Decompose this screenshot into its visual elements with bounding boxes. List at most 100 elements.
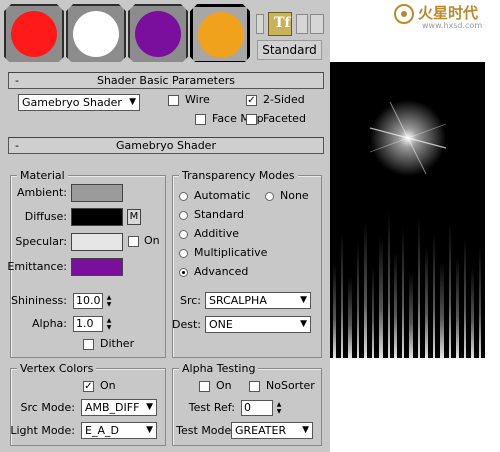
collapse-icon: - [15,74,19,87]
face-map-checkbox[interactable] [195,114,206,125]
src-mode-label: Src Mode: [20,401,75,414]
advanced-radio[interactable] [179,268,188,277]
emittance-label: Emittance: [7,260,67,273]
dropdown-arrow-icon: ▼ [146,425,153,435]
wire-checkbox[interactable] [168,95,179,106]
vertex-colors-on-label: On [100,379,116,392]
material-slots-strip: Tf Standard [0,0,330,64]
material-sphere-red [11,11,57,57]
wire-label: Wire [185,93,210,106]
automatic-radio[interactable] [179,192,188,201]
src-label: Src: [179,294,201,307]
material-slot-4-selected[interactable] [190,4,250,64]
alpha-label: Alpha: [32,317,67,330]
test-mode-dropdown[interactable]: GREATER ▼ [231,422,313,439]
src-mode-value: AMB_DIFF [85,401,140,414]
dropdown-arrow-icon: ▼ [300,319,307,329]
dropdown-arrow-icon: ▼ [300,295,307,305]
texture-preview-image [330,62,485,358]
faceted-checkbox[interactable] [246,114,257,125]
material-type-icon[interactable]: Tf [268,12,292,36]
alpha-input[interactable]: 1.0 [73,316,103,332]
dest-blend-dropdown[interactable]: ONE ▼ [205,316,311,333]
alpha-test-on-label: On [216,379,232,392]
dest-blend-value: ONE [209,318,233,331]
automatic-label: Automatic [194,189,251,202]
src-blend-dropdown[interactable]: SRCALPHA ▼ [205,292,311,309]
dither-checkbox[interactable] [83,339,94,350]
alpha-spinner-arrows[interactable]: ▲ ▼ [105,317,113,331]
none-radio[interactable] [265,192,274,201]
src-mode-dropdown[interactable]: AMB_DIFF ▼ [81,399,157,416]
watermark-url: www.hxsd.com [422,21,483,30]
shader-type-dropdown[interactable]: Gamebryo Shader ▼ [18,94,140,111]
specular-on-checkbox[interactable] [128,236,139,247]
two-sided-checkbox[interactable]: ✓ [246,95,257,106]
material-slot-2[interactable] [66,4,126,64]
dropdown-arrow-icon: ▼ [129,97,136,107]
test-ref-label: Test Ref: [188,401,235,414]
light-mode-value: E_A_D [85,424,119,437]
dest-label: Dest: [172,318,201,331]
specular-label: Specular: [15,235,67,248]
material-sphere-purple [135,11,181,57]
specular-color-swatch[interactable] [71,233,123,251]
material-slot-3[interactable] [128,4,188,64]
spin-up-icon: ▲ [276,401,282,408]
material-sphere-orange [198,12,244,58]
diffuse-map-button[interactable]: M [127,209,141,225]
nosorter-label: NoSorter [266,379,315,392]
light-mode-dropdown[interactable]: E_A_D ▼ [81,422,157,439]
spin-down-icon: ▼ [276,408,282,415]
vertex-colors-group-title: Vertex Colors [17,362,97,375]
material-group-title: Material [17,169,68,182]
watermark-logo: 火星时代 www.hxsd.com [392,2,500,32]
test-ref-spinner-arrows[interactable]: ▲ ▼ [275,401,283,415]
faceted-label: Faceted [263,112,306,125]
advanced-label: Advanced [194,265,249,278]
specular-on-label: On [144,234,160,247]
multiplicative-label: Multiplicative [194,246,268,259]
ambient-color-swatch[interactable] [71,184,123,202]
gamebryo-shader-rollout-header[interactable]: - Gamebryo Shader [8,137,324,154]
test-mode-value: GREATER [235,424,287,437]
emittance-color-swatch[interactable] [71,258,123,276]
spin-up-icon: ▲ [106,317,112,324]
collapse-icon: - [15,139,19,152]
shininess-input[interactable]: 10.0 [73,293,103,309]
multiplicative-radio[interactable] [179,249,188,258]
spin-down-icon: ▼ [106,301,112,308]
standard-label: Standard [194,208,245,221]
alpha-testing-group: Alpha Testing On NoSorter Test Ref: 0 ▲ … [172,362,322,446]
toolbar-end-icon[interactable] [310,14,324,34]
standard-radio[interactable] [179,211,188,220]
src-blend-value: SRCALPHA [209,294,267,307]
spin-up-icon: ▲ [106,294,112,301]
dropdown-arrow-icon: ▼ [146,402,153,412]
alpha-test-on-checkbox[interactable] [199,381,210,392]
shader-basic-rollout-header[interactable]: - Shader Basic Parameters [8,72,324,89]
transparency-modes-group: Transparency Modes Automatic None Standa… [172,169,322,358]
light-mode-label: Light Mode: [10,424,75,437]
diffuse-label: Diffuse: [24,210,67,223]
diffuse-color-swatch[interactable] [71,208,123,226]
dropdown-arrow-icon: ▼ [302,425,309,435]
spin-down-icon: ▼ [106,324,112,331]
material-slot-1[interactable] [4,4,64,64]
dither-label: Dither [100,337,135,350]
additive-radio[interactable] [179,230,188,239]
shininess-spinner-arrows[interactable]: ▲ ▼ [105,294,113,308]
nosorter-checkbox[interactable] [249,381,260,392]
toolbar-sep-icon[interactable] [296,14,308,34]
toolbar-edge-icon[interactable] [256,14,264,34]
vertex-colors-on-checkbox[interactable]: ✓ [83,381,94,392]
vertex-colors-group: Vertex Colors ✓ On Src Mode: AMB_DIFF ▼ … [10,362,166,446]
alpha-testing-group-title: Alpha Testing [179,362,259,375]
test-ref-input[interactable]: 0 [241,400,273,416]
two-sided-label: 2-Sided [263,93,305,106]
shader-type-value: Gamebryo Shader [22,96,122,109]
transparency-group-title: Transparency Modes [179,169,298,182]
material-editor-panel: - Shader Basic Parameters Gamebryo Shade… [0,62,330,452]
additive-label: Additive [194,227,239,240]
material-type-button[interactable]: Standard [257,40,322,60]
